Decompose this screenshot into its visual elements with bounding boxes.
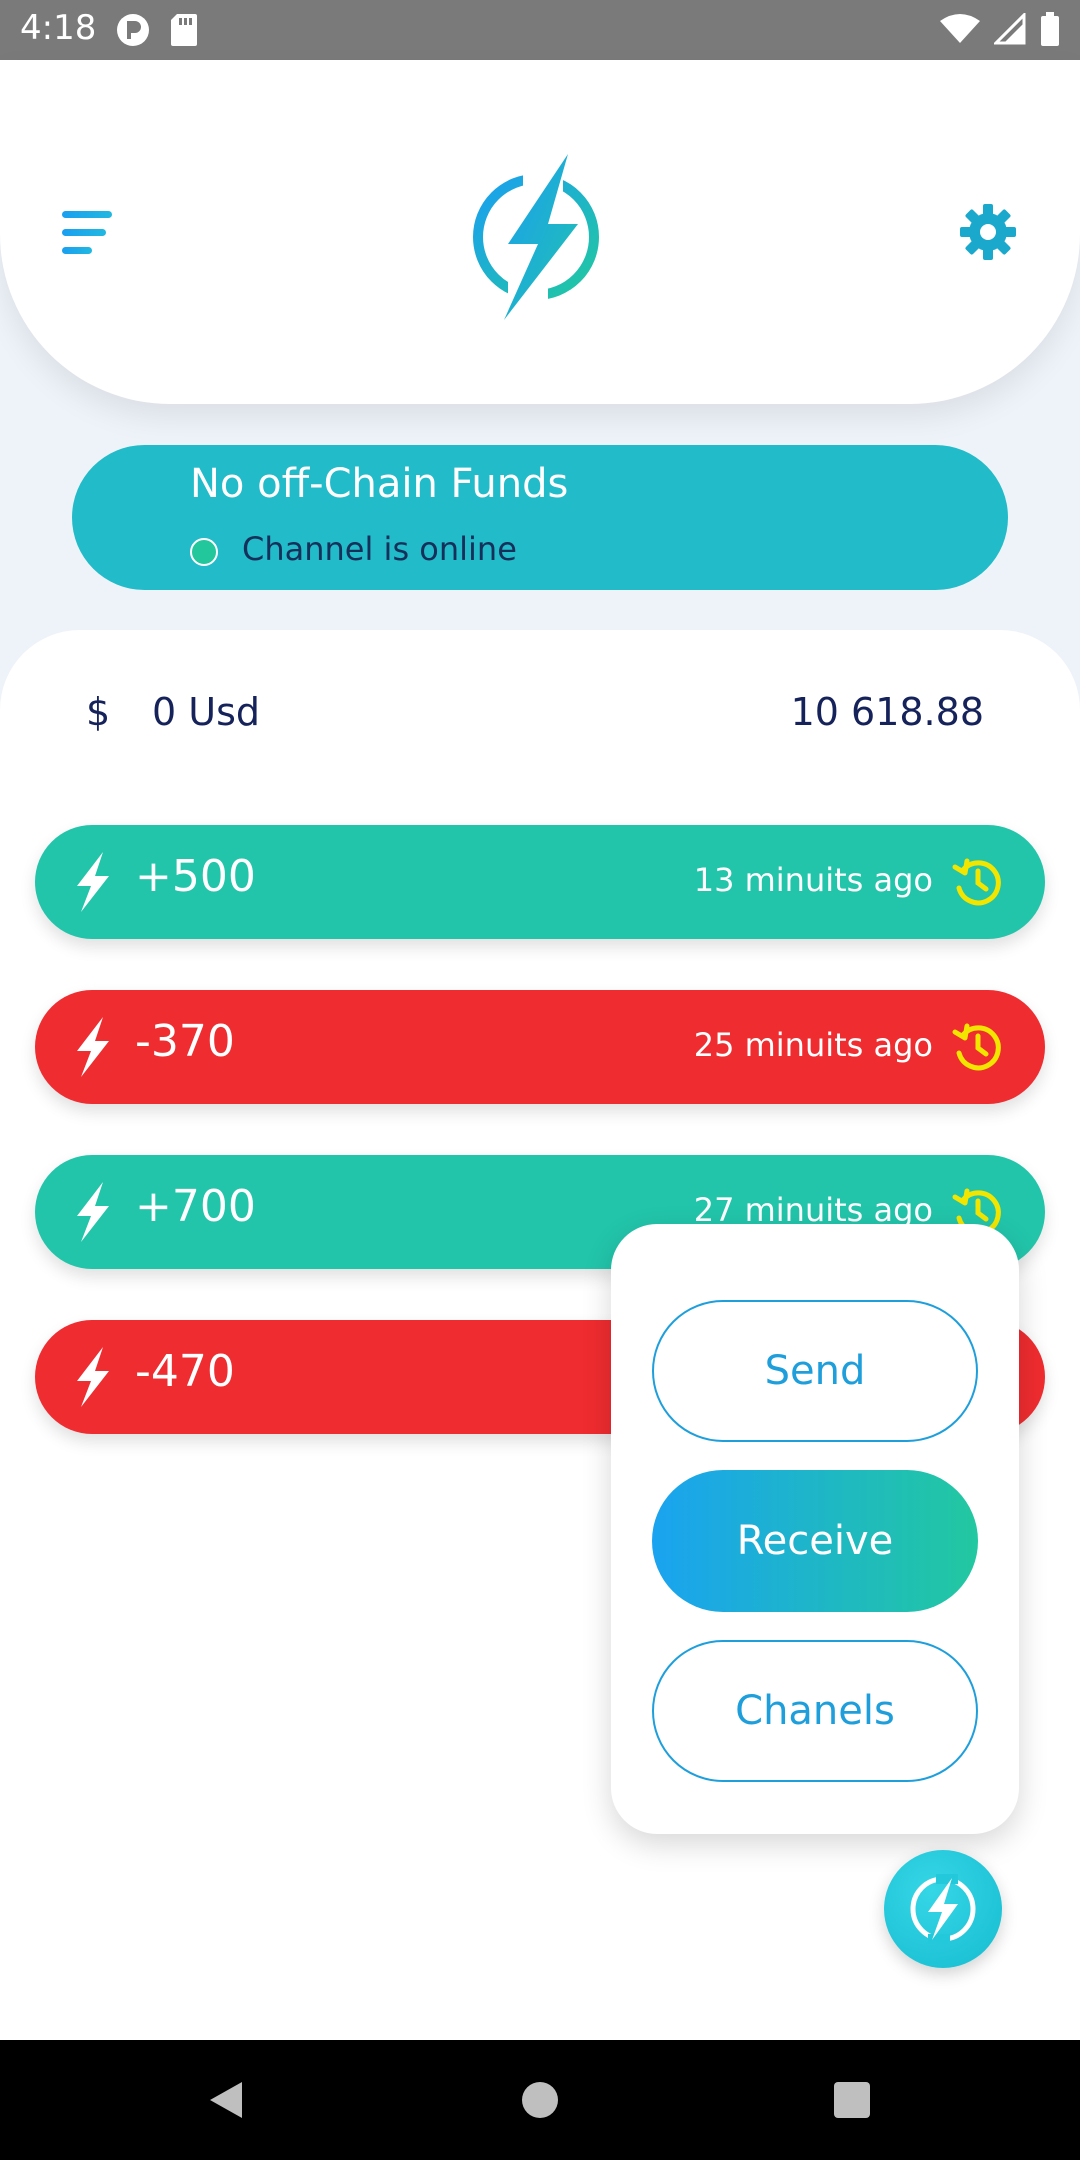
channels-button[interactable]: Chanels — [652, 1640, 978, 1782]
funds-title: No off-Chain Funds — [190, 461, 569, 507]
action-menu: Send Receive Chanels — [611, 1224, 1019, 1834]
status-right-icons — [940, 12, 1060, 46]
sd-card-icon — [171, 14, 197, 46]
status-time: 4:18 — [20, 8, 97, 48]
bolt-icon — [77, 852, 109, 912]
recent-apps-icon[interactable] — [834, 2082, 870, 2118]
send-button[interactable]: Send — [652, 1300, 978, 1442]
funds-card: No off-Chain Funds Channel is online — [72, 445, 1008, 590]
balance-value: 10 618.88 — [790, 690, 984, 734]
balance-usd: 0 Usd — [152, 690, 260, 734]
wifi-icon — [940, 14, 980, 43]
battery-icon — [1041, 12, 1059, 46]
history-icon[interactable] — [951, 1020, 1005, 1074]
history-icon[interactable] — [951, 855, 1005, 909]
currency-symbol: $ — [86, 690, 111, 734]
back-icon[interactable] — [206, 2080, 246, 2120]
navigation-bar — [0, 2040, 1080, 2160]
transaction-time: 13 minuits ago — [693, 861, 933, 899]
transaction-amount: +500 — [135, 851, 256, 902]
transaction-amount: -370 — [135, 1016, 235, 1067]
menu-icon[interactable] — [58, 205, 118, 265]
bolt-icon — [77, 1182, 109, 1242]
lightning-icon — [910, 1874, 976, 1944]
transaction-row[interactable]: +500 13 minuits ago — [35, 825, 1045, 939]
status-left-icons — [115, 12, 199, 48]
lightning-fab-button[interactable] — [884, 1850, 1002, 1968]
bolt-icon — [77, 1017, 109, 1077]
transaction-amount: -470 — [135, 1346, 235, 1397]
online-status-dot — [190, 538, 218, 566]
cell-signal-icon — [994, 13, 1026, 45]
home-icon[interactable] — [522, 2082, 558, 2118]
balance-row: $ 0 Usd 10 618.88 — [0, 690, 1080, 760]
gear-icon[interactable] — [958, 202, 1018, 262]
transaction-time: 25 minuits ago — [693, 1026, 933, 1064]
app-header — [0, 60, 1080, 404]
receive-button[interactable]: Receive — [652, 1470, 978, 1612]
lightning-logo-icon — [473, 154, 599, 320]
channel-status-text: Channel is online — [242, 530, 517, 568]
transaction-row[interactable]: -370 25 minuits ago — [35, 990, 1045, 1104]
notification-icon — [117, 14, 149, 46]
status-bar: 4:18 — [0, 0, 1080, 60]
transaction-amount: +700 — [135, 1181, 256, 1232]
bolt-icon — [77, 1347, 109, 1407]
